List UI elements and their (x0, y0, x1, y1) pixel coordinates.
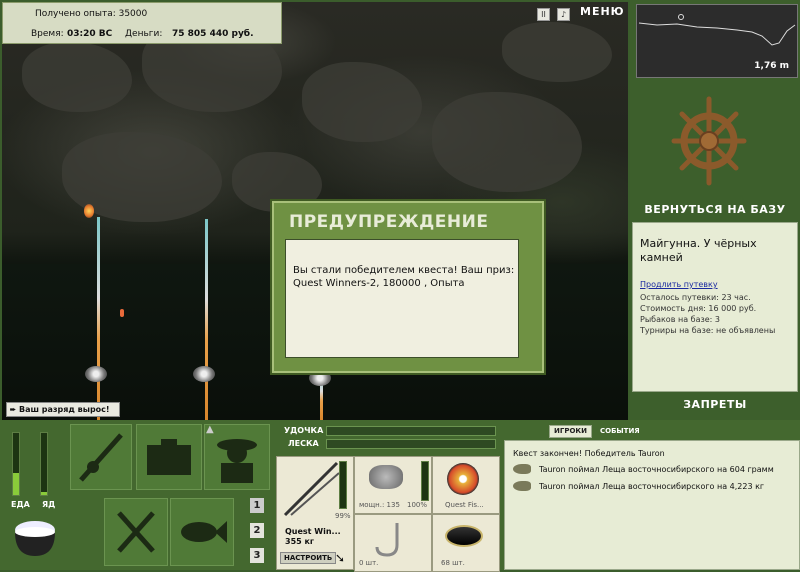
day-cost: Стоимость дня: 16 000 руб. (640, 304, 757, 313)
bait-count: 68 шт. (441, 559, 465, 567)
rod-slot[interactable]: 99% Quest Win... 355 кг НАСТРОИТЬ ➘ (276, 456, 354, 570)
reel-power: мощн.: 135 (359, 501, 400, 509)
rod-label: УДОЧКА (284, 426, 324, 435)
time-value: 03:20 ВС (67, 29, 113, 39)
warning-dialog: ПРЕДУПРЕЖДЕНИЕ Вы стали победителем квес… (272, 201, 544, 373)
depth-value: 1,76 m (754, 61, 789, 71)
fish-icon (513, 464, 531, 474)
quest-finished-text: Квест закончен! Победитель Tauron (513, 449, 665, 458)
food-label: ЕДА (11, 500, 30, 509)
bait-icon (445, 525, 483, 547)
reel-slot[interactable]: мощн.: 135 100% (354, 456, 432, 514)
tackle-box-button[interactable] (136, 424, 202, 490)
reel-2 (193, 366, 215, 382)
poison-label: ЯД (42, 500, 56, 509)
event-item: Tauron поймал Леща восточносибирского на… (539, 465, 774, 474)
tackle-box-icon (147, 439, 191, 475)
bait-slot[interactable]: 68 шт. (432, 514, 500, 572)
fish-icon (513, 481, 531, 491)
rock (432, 92, 582, 192)
reel-percent: 100% (407, 501, 428, 509)
setup-button[interactable]: НАСТРОИТЬ (280, 552, 337, 564)
rock (502, 22, 612, 82)
slot-3-button[interactable]: 3 (250, 548, 264, 563)
torch-fire (84, 204, 94, 218)
rod-name: Quest Win... (285, 527, 341, 536)
rod-weight: 355 кг (285, 537, 315, 546)
food-bar (12, 432, 20, 496)
line-name: Quest Fis... (445, 501, 484, 509)
trip-remaining: Осталось путевки: 23 час. (640, 293, 751, 302)
dialog-title: ПРЕДУПРЕЖДЕНИЕ (289, 212, 489, 232)
event-item: Tauron поймал Леща восточносибирского на… (539, 482, 765, 491)
events-panel: Квест закончен! Победитель Tauron Tauron… (504, 440, 800, 570)
reel-icon (369, 465, 403, 489)
time-label: Время: (31, 29, 64, 39)
location-name: Майгунна. У чёрных камней (640, 237, 757, 264)
depth-map: 1,76 m (636, 4, 798, 78)
fishing-rod-2[interactable] (205, 219, 208, 420)
arrow-down-right-icon: ➘ (335, 551, 346, 565)
pot-icon[interactable] (10, 512, 60, 560)
rods-button[interactable] (70, 424, 132, 490)
extend-trip-link[interactable]: Продлить путевку (640, 280, 718, 289)
hook-count: 0 шт. (359, 559, 379, 567)
poison-bar (40, 432, 48, 496)
tab-players[interactable]: ИГРОКИ (549, 425, 592, 438)
money-label: Деньги: (125, 29, 163, 39)
fish-icon (181, 521, 227, 543)
reel-1 (85, 366, 107, 382)
food-fill (13, 473, 19, 495)
fishing-rod-1[interactable] (97, 217, 100, 420)
xp-text: Получено опыта: 35000 (35, 9, 148, 19)
knife-fork-icon (117, 511, 155, 553)
hook-icon (375, 523, 399, 557)
poison-fill (41, 491, 47, 495)
line-strain-bar (326, 439, 496, 449)
arrow-right-icon: ➨ (9, 405, 17, 414)
fisherman-icon (217, 439, 257, 483)
reel-condition-bar (421, 461, 429, 501)
menu-button[interactable]: МЕНЮ (580, 5, 625, 18)
food-button[interactable] (104, 498, 168, 566)
rank-text: Ваш разряд вырос! (19, 405, 110, 414)
tab-events[interactable]: СОБЫТИЯ (596, 426, 644, 437)
sound-icon[interactable]: ♪ (557, 8, 570, 21)
catch-button[interactable] (170, 498, 234, 566)
rod-image-icon (283, 461, 340, 517)
slot-1-button[interactable]: 1 (250, 498, 264, 513)
rod-icon (79, 433, 123, 482)
arrow-up-icon: ▲ (206, 424, 214, 435)
bans-button[interactable]: ЗАПРЕТЫ (632, 398, 798, 411)
rank-notification[interactable]: ➨ Ваш разряд вырос! (6, 402, 120, 417)
hook-slot[interactable]: 0 шт. (354, 514, 432, 572)
money-value: 75 805 440 руб. (172, 29, 254, 39)
tournaments: Турниры на базе: не объявлены (640, 326, 776, 335)
rock (22, 42, 132, 112)
slot-2-button[interactable]: 2 (250, 523, 264, 538)
rock (302, 62, 422, 142)
rod-condition-bar (339, 461, 347, 509)
line-slot[interactable]: Quest Fis... (432, 456, 500, 514)
player-info-panel: Получено опыта: 35000 Время: 03:20 ВС Де… (2, 2, 282, 44)
rod-percent: 99% (335, 512, 351, 520)
pause-icon[interactable]: II (537, 8, 550, 21)
back-to-base-button[interactable]: ВЕРНУТЬСЯ НА БАЗУ (632, 203, 798, 216)
rod-strain-bar (326, 426, 496, 436)
ship-wheel-icon[interactable] (668, 93, 750, 189)
dialog-message: Вы стали победителем квеста! Ваш приз: Q… (293, 265, 515, 289)
line-label: ЛЕСКА (288, 439, 319, 448)
float (120, 309, 124, 317)
location-info: Майгунна. У чёрных камней Продлить путев… (632, 222, 798, 392)
dialog-body: Вы стали победителем квеста! Ваш приз: Q… (285, 239, 519, 358)
fishers-count: Рыбаков на базе: 3 (640, 315, 720, 324)
line-spool-icon (447, 463, 479, 495)
